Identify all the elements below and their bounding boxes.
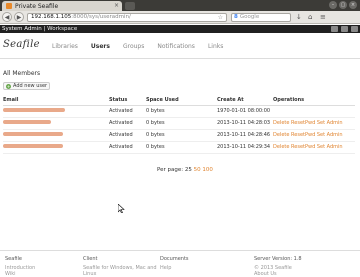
status-cell: Activated <box>109 129 146 142</box>
nav-users[interactable]: Users <box>91 43 110 50</box>
email-cell[interactable] <box>3 141 109 154</box>
minimize-button[interactable]: – <box>329 1 337 9</box>
operations-cell[interactable]: Delete ResetPwd Set Admin <box>273 141 355 154</box>
email-cell[interactable] <box>3 105 109 118</box>
seafile-header: Seafile Libraries Users Groups Notificat… <box>0 33 360 59</box>
nav-libraries[interactable]: Libraries <box>52 43 78 50</box>
col-email: Email <box>3 96 109 106</box>
system-admin-link[interactable]: System Admin <box>2 26 42 32</box>
col-space: Space Used <box>146 96 217 106</box>
col-status: Status <box>109 96 146 106</box>
users-table: Email Status Space Used Create At Operat… <box>3 96 355 154</box>
back-icon[interactable]: ◀ <box>2 12 12 22</box>
table-row: Activated 0 bytes 2013-10-11 04:28:46 De… <box>3 129 355 142</box>
bookmark-star-icon[interactable]: ☆ <box>218 14 223 21</box>
settings-icon[interactable] <box>341 26 348 32</box>
email-redacted <box>3 132 63 136</box>
email-redacted <box>3 108 65 112</box>
operations-cell[interactable] <box>273 105 355 118</box>
nav-notifications[interactable]: Notifications <box>157 43 195 50</box>
url-path: :8000/sys/useradmin/ <box>71 14 131 20</box>
footer-link-about[interactable]: About Us <box>254 271 302 277</box>
status-cell: Activated <box>109 105 146 118</box>
footer-link-linux[interactable]: Linux <box>83 271 157 277</box>
mouse-cursor-icon <box>118 204 125 213</box>
search-placeholder: Google <box>239 14 260 20</box>
close-window-button[interactable]: × <box>349 1 357 9</box>
add-icon: + <box>6 83 11 89</box>
table-row: Activated 0 bytes 1970-01-01 08:00:00 <box>3 105 355 118</box>
add-user-button[interactable]: + Add new user <box>3 82 51 90</box>
nav-links[interactable]: Links <box>208 43 223 50</box>
status-cell: Activated <box>109 141 146 154</box>
tab-title: Private Seafile <box>15 2 59 10</box>
notification-icon[interactable] <box>331 26 338 32</box>
url-host: 192.168.1.105 <box>31 14 72 20</box>
forward-icon[interactable]: ▶ <box>14 12 24 22</box>
maximize-button[interactable]: ▢ <box>339 1 347 9</box>
footer-link-wiki[interactable]: Wiki <box>5 271 35 277</box>
favicon-icon <box>6 3 12 9</box>
new-tab-button[interactable] <box>125 2 135 10</box>
footer-link-help[interactable]: Help <box>160 265 189 271</box>
workspace-link[interactable]: Workspace <box>47 26 77 32</box>
pager-25: 25 <box>184 167 192 173</box>
logout-icon[interactable] <box>351 26 358 32</box>
operations-cell[interactable]: Delete ResetPwd Set Admin <box>273 129 355 142</box>
search-input[interactable]: 8 Google <box>231 12 291 22</box>
browser-tab[interactable]: Private Seafile × <box>2 1 122 11</box>
seafile-logo[interactable]: Seafile <box>3 39 40 50</box>
nav-groups[interactable]: Groups <box>123 43 144 50</box>
table-row: Activated 0 bytes 2013-10-11 04:28:03 De… <box>3 117 355 130</box>
space-cell: 0 bytes <box>146 105 217 118</box>
col-created: Create At <box>217 96 273 106</box>
pager-100[interactable]: 100 <box>202 167 213 173</box>
col-operations: Operations <box>273 96 355 106</box>
space-cell: 0 bytes <box>146 117 217 130</box>
pager-label: Per page: <box>157 167 184 173</box>
footer-documents-heading: Documents <box>160 256 189 262</box>
email-cell[interactable] <box>3 117 109 130</box>
url-bar[interactable]: 192.168.1.105 :8000/sys/useradmin/ ☆ <box>27 12 227 22</box>
footer-server-version: Server Version: 1.8 <box>254 256 302 262</box>
table-row: Activated 0 bytes 2013-10-11 04:29:34 De… <box>3 141 355 154</box>
created-cell: 1970-01-01 08:00:00 <box>217 105 273 118</box>
home-icon[interactable]: ⌂ <box>308 13 316 21</box>
window-controls: – ▢ × <box>329 1 357 9</box>
download-icon[interactable]: ↓ <box>296 13 304 21</box>
email-redacted <box>3 144 63 148</box>
footer-client-heading: Client <box>83 256 98 262</box>
page-footer: Seafile Introduction Wiki Client Seafile… <box>0 250 360 277</box>
created-cell: 2013-10-11 04:28:46 <box>217 129 273 142</box>
status-cell: Activated <box>109 117 146 130</box>
email-redacted <box>3 120 51 124</box>
page-title: All Members <box>3 70 41 77</box>
email-cell[interactable] <box>3 129 109 142</box>
pagination: Per page: 25 50 100 <box>157 167 213 173</box>
footer-seafile-heading: Seafile <box>5 256 22 262</box>
pager-50[interactable]: 50 <box>194 167 201 173</box>
tab-close-icon[interactable]: × <box>114 2 119 9</box>
menu-icon[interactable]: ≡ <box>320 13 328 21</box>
seafile-topbar: System Admin | Workspace <box>0 25 360 33</box>
browser-navbar: ◀ ▶ 192.168.1.105 :8000/sys/useradmin/ ☆… <box>0 11 360 24</box>
created-cell: 2013-10-11 04:29:34 <box>217 141 273 154</box>
google-icon: 8 <box>234 14 238 20</box>
browser-titlebar: Private Seafile × – ▢ × <box>0 0 360 11</box>
add-user-label: Add new user <box>13 83 48 89</box>
created-cell: 2013-10-11 04:28:03 <box>217 117 273 130</box>
space-cell: 0 bytes <box>146 129 217 142</box>
operations-cell[interactable]: Delete ResetPwd Set Admin <box>273 117 355 130</box>
space-cell: 0 bytes <box>146 141 217 154</box>
main-nav: Libraries Users Groups Notifications Lin… <box>52 43 236 50</box>
